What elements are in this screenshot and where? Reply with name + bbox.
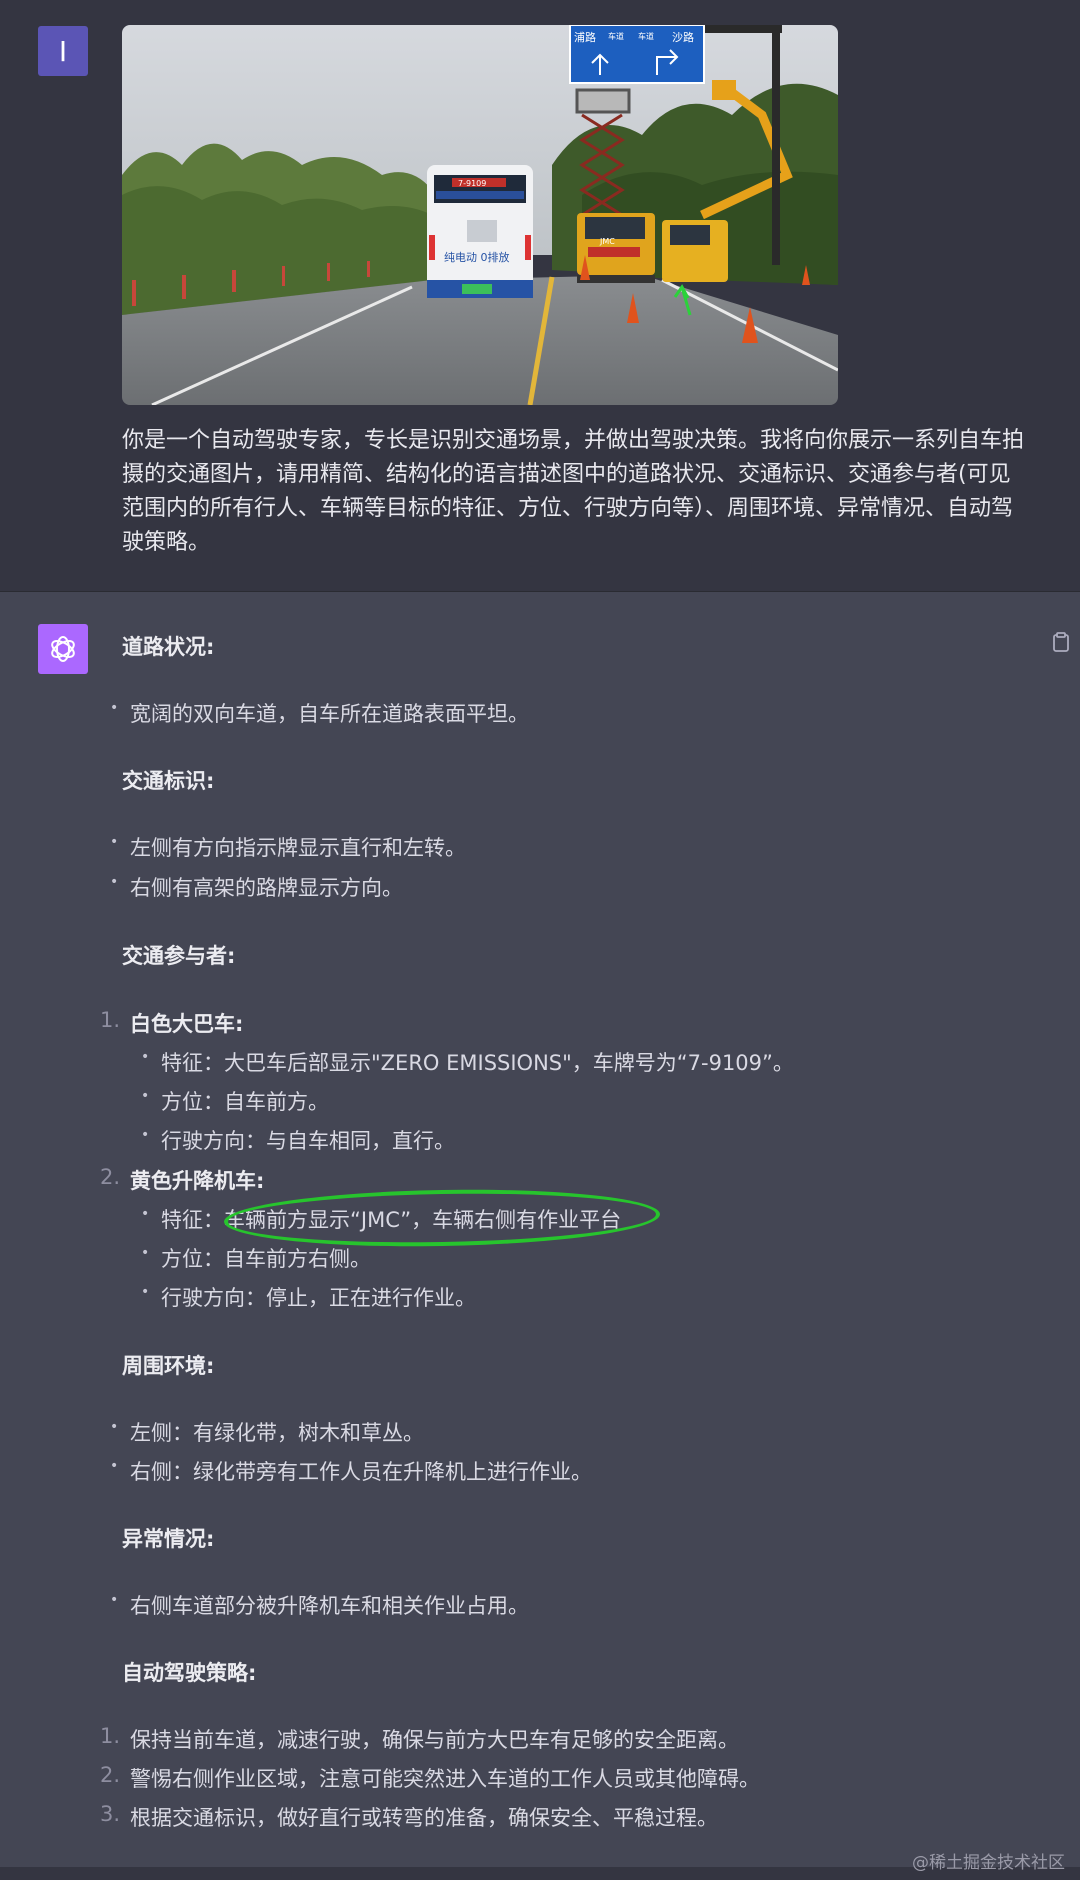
bullet-dot: • xyxy=(110,1592,119,1608)
bullet-dot: • xyxy=(110,874,119,890)
strategy-heading: 自动驾驶策略: xyxy=(122,1661,257,1685)
openai-logo-icon xyxy=(51,636,75,662)
sign-right-text: 沙路 xyxy=(672,31,694,44)
traffic-scene-illustration: 纯电动 0排放 7-9109 JMC 浦路 沙路 车道 车道 xyxy=(122,25,838,405)
white-bus: 纯电动 0排放 7-9109 xyxy=(427,165,533,298)
environment-item-1: 左侧：有绿化带，树木和草丛。 xyxy=(130,1421,424,1445)
bullet-dot: • xyxy=(110,1419,119,1435)
truck-label: JMC xyxy=(599,237,615,246)
bullet-dot: • xyxy=(141,1088,150,1104)
vehicle-1-detail-1: 特征：大巴车后部显示"ZERO EMISSIONS"，车牌号为“7-9109”。 xyxy=(161,1051,794,1075)
strategy-2-number: 2. xyxy=(100,1763,121,1787)
signs-item-1: 左侧有方向指示牌显示直行和左转。 xyxy=(130,836,466,860)
vehicle-2-detail-3: 行驶方向：停止，正在进行作业。 xyxy=(161,1286,476,1310)
green-ellipse-highlight xyxy=(223,1186,661,1250)
clipboard-icon[interactable] xyxy=(1052,632,1070,652)
bullet-dot: • xyxy=(141,1284,150,1300)
anomaly-item-1: 右侧车道部分被升降机车和相关作业占用。 xyxy=(130,1594,529,1618)
road-item-1: 宽阔的双向车道，自车所在道路表面平坦。 xyxy=(130,702,529,726)
overhead-direction-sign: 浦路 沙路 车道 车道 xyxy=(569,25,705,84)
bullet-dot: • xyxy=(141,1049,150,1065)
assistant-avatar xyxy=(38,624,88,674)
sign-middle-bottom: 车道 xyxy=(638,31,654,41)
sign-middle-top: 车道 xyxy=(608,31,624,41)
vehicle-1-detail-3: 行驶方向：与自车相同，直行。 xyxy=(161,1129,455,1153)
bullet-dot: • xyxy=(110,1458,119,1474)
sign-left-text: 浦路 xyxy=(574,31,596,44)
vehicle-2-detail-2: 方位：自车前方右侧。 xyxy=(161,1247,371,1271)
road-heading: 道路状况: xyxy=(122,635,215,659)
strategy-3-number: 3. xyxy=(100,1802,121,1826)
vehicle-1-detail-2: 方位：自车前方。 xyxy=(161,1090,329,1114)
vehicle-2-number: 2. xyxy=(100,1165,121,1189)
signs-item-2: 右侧有高架的路牌显示方向。 xyxy=(130,876,403,900)
yellow-truck: JMC xyxy=(577,213,655,283)
bullet-dot: • xyxy=(141,1206,150,1222)
traffic-photo[interactable]: 纯电动 0排放 7-9109 JMC 浦路 沙路 车道 车道 xyxy=(122,25,838,405)
anomaly-heading: 异常情况: xyxy=(122,1527,215,1551)
user-prompt-text: 你是一个自动驾驶专家，专长是识别交通场景，并做出驾驶决策。我将向你展示一系列自车… xyxy=(122,428,1025,555)
user-avatar: I xyxy=(38,26,88,76)
bus-side-text: 纯电动 0排放 xyxy=(444,250,510,264)
vehicle-1-name: 白色大巴车: xyxy=(130,1012,244,1036)
strategy-item-1: 保持当前车道，减速行驶，确保与前方大巴车有足够的安全距离。 xyxy=(130,1728,739,1752)
bullet-dot: • xyxy=(110,834,119,850)
bullet-dot: • xyxy=(110,700,119,716)
signs-heading: 交通标识: xyxy=(122,769,215,793)
strategy-1-number: 1. xyxy=(100,1724,121,1748)
environment-heading: 周围环境: xyxy=(122,1354,215,1378)
vehicle-2-name: 黄色升降机车: xyxy=(130,1169,265,1193)
user-message: I 纯电动 0排放 7-9109 JMC 浦路 沙路 车道 车道 你是一个自动驾… xyxy=(0,0,1080,592)
strategy-item-2: 警惕右侧作业区域，注意可能突然进入车道的工作人员或其他障碍。 xyxy=(130,1767,760,1791)
user-avatar-letter: I xyxy=(58,34,68,68)
environment-item-2: 右侧：绿化带旁有工作人员在升降机上进行作业。 xyxy=(130,1460,592,1484)
strategy-item-3: 根据交通标识，做好直行或转弯的准备，确保安全、平稳过程。 xyxy=(130,1806,718,1830)
watermark: @稀土掘金技术社区 xyxy=(912,1853,1065,1873)
bullet-dot: • xyxy=(141,1245,150,1261)
participants-heading: 交通参与者: xyxy=(122,944,236,968)
bus-display-text: 7-9109 xyxy=(458,179,486,188)
vehicle-1-number: 1. xyxy=(100,1008,121,1032)
bullet-dot: • xyxy=(141,1127,150,1143)
